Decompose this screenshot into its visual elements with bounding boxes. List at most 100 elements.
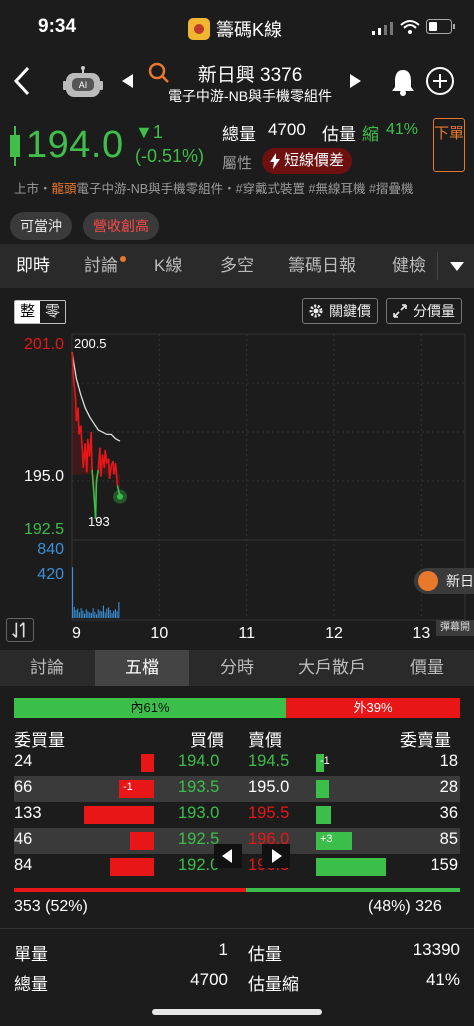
candle-icon bbox=[10, 126, 20, 166]
inner-outer-ratio: 內61% 外39% bbox=[14, 698, 460, 718]
tag-market[interactable]: 上市 bbox=[14, 182, 39, 196]
chip-building-icon bbox=[418, 571, 438, 591]
bid-qty: 84 bbox=[14, 856, 33, 874]
side-stock-chip[interactable]: 新日 bbox=[414, 568, 474, 594]
tab-kline[interactable]: K線 bbox=[154, 244, 182, 288]
home-indicator[interactable] bbox=[152, 1009, 322, 1015]
volume-bar bbox=[85, 609, 87, 618]
volume-bar bbox=[104, 612, 106, 618]
app-logo-icon bbox=[188, 18, 210, 40]
volume-bar bbox=[97, 609, 99, 618]
orderbook-row[interactable]: 24 194.0 194.5 -1 18 bbox=[14, 750, 460, 776]
orderbook-prev-icon[interactable] bbox=[214, 844, 242, 868]
subtab-big-small[interactable]: 大戶散戶 bbox=[285, 650, 379, 686]
attribute-badge[interactable]: 短線價差 bbox=[262, 148, 353, 174]
tabs-more-icon[interactable] bbox=[450, 262, 464, 271]
tab-health[interactable]: 健檢 bbox=[392, 244, 426, 288]
danmaku-button[interactable]: 彈幕開 bbox=[436, 620, 474, 636]
single-volume-value: 1 bbox=[218, 940, 228, 959]
bid-qty: 46 bbox=[14, 830, 33, 848]
status-time: 9:34 bbox=[38, 16, 77, 37]
app-title-text: 籌碼K線 bbox=[216, 20, 283, 40]
ask-depth-bar bbox=[316, 780, 329, 798]
x-tick-label: 12 bbox=[325, 625, 343, 642]
volume-bar bbox=[72, 567, 74, 618]
ask-price[interactable]: 195.0 bbox=[248, 778, 289, 797]
ask-qty: 36 bbox=[439, 804, 458, 822]
y-label-mid: 195.0 bbox=[24, 468, 64, 485]
volume-bar bbox=[111, 613, 113, 618]
x-tick-label: 13 bbox=[412, 625, 430, 642]
revenue-high-pill[interactable]: 營收創高 bbox=[83, 212, 159, 240]
orderbook-next-icon[interactable] bbox=[262, 844, 290, 868]
tab-discussion-label: 討論 bbox=[84, 256, 118, 275]
order-button-label: 下單 bbox=[434, 125, 465, 142]
order-button[interactable]: 下單 bbox=[433, 118, 465, 172]
x-tick-label: 11 bbox=[238, 625, 255, 642]
bid-qty: 66 bbox=[14, 778, 33, 796]
tab-realtime[interactable]: 即時 bbox=[16, 244, 50, 288]
est-volume-pct: 41% bbox=[386, 121, 419, 138]
volume-bar bbox=[114, 609, 116, 618]
tag-leader[interactable]: 龍頭 bbox=[52, 182, 77, 196]
ask-price[interactable]: 195.5 bbox=[248, 804, 289, 823]
intraday-chart-panel: 整 零 關鍵價 分價量 201.0 195.0 192.5 840 420 20… bbox=[0, 288, 474, 656]
y-label-high: 201.0 bbox=[24, 336, 64, 353]
ask-qty: 28 bbox=[439, 778, 458, 796]
bid-price[interactable]: 193.5 bbox=[178, 778, 219, 797]
orderbook-row[interactable]: 66 -1 193.5 195.0 28 bbox=[14, 776, 460, 802]
tab-chip-daily[interactable]: 籌碼日報 bbox=[288, 244, 356, 288]
volume-bar bbox=[92, 608, 94, 618]
orderbook-row[interactable]: 133 193.0 195.5 36 bbox=[14, 802, 460, 828]
next-stock-arrow[interactable] bbox=[350, 74, 361, 88]
total-value: 4700 bbox=[190, 970, 228, 989]
tab-longshort[interactable]: 多空 bbox=[220, 244, 254, 288]
price-segment bbox=[90, 432, 93, 470]
volume-bar bbox=[109, 610, 111, 618]
price-segment bbox=[91, 469, 95, 493]
subtab-price-volume[interactable]: 價量 bbox=[380, 650, 474, 686]
prev-stock-arrow[interactable] bbox=[122, 74, 133, 88]
ask-depth-bar bbox=[316, 806, 332, 824]
app-title: 籌碼K線 bbox=[188, 16, 282, 42]
volume-bar bbox=[113, 610, 115, 618]
volume-bars bbox=[72, 567, 120, 618]
ask-qty-header: 委賣量 bbox=[400, 731, 451, 750]
x-tick-label: 9 bbox=[72, 625, 81, 642]
tag-sector[interactable]: 電子中游-NB與手機零組件 bbox=[77, 182, 224, 196]
bid-price-header: 買價 bbox=[190, 731, 224, 750]
bid-total: 353 (52%) bbox=[14, 898, 88, 915]
bid-price[interactable]: 194.0 bbox=[178, 752, 219, 771]
swap-icon[interactable] bbox=[6, 618, 34, 642]
last-price-dot bbox=[117, 493, 124, 500]
wifi-icon bbox=[400, 20, 420, 34]
ask-price-header: 賣價 bbox=[248, 731, 282, 750]
subtab-timeshare[interactable]: 分時 bbox=[190, 650, 284, 686]
stock-header: AI 新日興 3376 電子中游-NB與手機零組件 bbox=[0, 52, 474, 114]
day-trade-pill[interactable]: 可當沖 bbox=[10, 212, 72, 240]
outer-ratio-bar: 外39% bbox=[286, 698, 460, 718]
subtab-discussion[interactable]: 討論 bbox=[0, 650, 94, 686]
intraday-chart[interactable]: 201.0 195.0 192.5 840 420 200.5 193 9 10 1… bbox=[0, 288, 474, 656]
bid-delta: -1 bbox=[123, 781, 133, 793]
price-segment bbox=[95, 469, 99, 482]
add-watchlist-button[interactable] bbox=[426, 67, 454, 95]
vol-label-mid: 420 bbox=[37, 566, 64, 583]
ai-robot-icon[interactable]: AI bbox=[62, 66, 104, 102]
back-arrow-icon[interactable] bbox=[10, 64, 34, 98]
tag-concepts[interactable]: #穿戴式裝置 #無線耳機 #摺疊機 bbox=[236, 182, 414, 196]
bid-qty: 133 bbox=[14, 804, 42, 822]
min-annotation: 193 bbox=[88, 514, 110, 529]
volume-bar bbox=[87, 611, 89, 618]
bell-icon[interactable] bbox=[390, 68, 416, 96]
plot-frame bbox=[71, 333, 466, 621]
ask-price[interactable]: 194.5 bbox=[248, 752, 289, 771]
bid-price[interactable]: 193.0 bbox=[178, 804, 219, 823]
bid-ask-split-bar bbox=[14, 888, 460, 892]
tag-separator: ・ bbox=[223, 182, 236, 196]
subtab-five-levels[interactable]: 五檔 bbox=[95, 650, 189, 686]
volume-bar bbox=[78, 612, 80, 618]
tab-discussion[interactable]: 討論 bbox=[84, 244, 126, 288]
side-chip-label: 新日 bbox=[446, 573, 474, 589]
stock-name[interactable]: 新日興 3376 bbox=[150, 60, 350, 87]
